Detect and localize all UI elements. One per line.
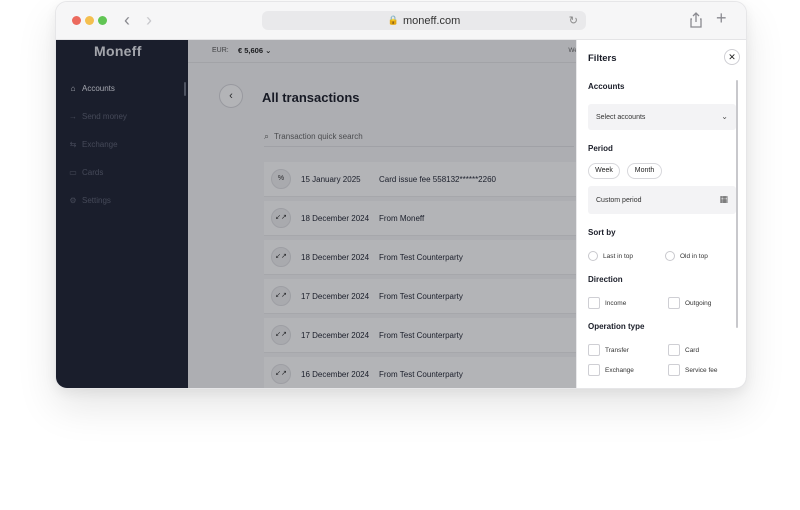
close-window-button[interactable] (72, 16, 81, 25)
checkbox-label: Exchange (605, 366, 634, 374)
period-chip-month[interactable]: Month (627, 163, 662, 179)
minimize-window-button[interactable] (85, 16, 94, 25)
checkbox-label: Service fee (685, 366, 718, 374)
sort-heading: Sort by (588, 228, 616, 237)
operation-heading: Operation type (588, 322, 645, 331)
checkbox-label: Card (685, 346, 700, 354)
accounts-select[interactable]: Select accounts ⌄ (588, 104, 736, 130)
checkbox[interactable] (668, 344, 680, 356)
sort-radio-last-in-top[interactable]: Last in top (588, 251, 633, 261)
checkbox[interactable] (588, 344, 600, 356)
calendar-icon: ▦ (719, 194, 728, 204)
checkbox[interactable] (588, 297, 600, 309)
maximize-window-button[interactable] (98, 16, 107, 25)
direction-heading: Direction (588, 275, 623, 284)
lock-icon: 🔒 (387, 15, 399, 25)
reload-icon[interactable]: ↻ (569, 14, 578, 27)
operation-checkbox-service-fee[interactable]: Service fee (668, 364, 718, 376)
filters-scrollbar[interactable] (736, 80, 738, 328)
checkbox[interactable] (668, 297, 680, 309)
accounts-select-placeholder: Select accounts (596, 113, 646, 121)
checkbox[interactable] (668, 364, 680, 376)
sort-radio-old-in-top[interactable]: Old in top (665, 251, 708, 261)
new-tab-icon[interactable]: + (716, 8, 727, 29)
accounts-heading: Accounts (588, 82, 625, 91)
operation-checkbox-exchange[interactable]: Exchange (588, 364, 634, 376)
period-heading: Period (588, 144, 613, 153)
radio-circle[interactable] (665, 251, 675, 261)
url-text: moneff.com (402, 14, 461, 27)
period-chip-week[interactable]: Week (588, 163, 620, 179)
custom-period-field[interactable]: Custom period ▦ (588, 186, 736, 214)
operation-checkbox-card[interactable]: Card (668, 344, 699, 356)
share-icon[interactable] (689, 12, 703, 28)
browser-window: ‹ › 🔒 moneff.com ↻ + Moneff ⌂ Accounts →… (55, 1, 747, 389)
back-arrow-icon[interactable]: ‹ (124, 10, 130, 30)
chevron-down-icon: ⌄ (721, 112, 728, 121)
direction-checkbox-outgoing[interactable]: Outgoing (668, 297, 711, 309)
operation-checkbox-transfer[interactable]: Transfer (588, 344, 629, 356)
checkbox-label: Transfer (605, 346, 629, 354)
filters-panel: Filters ✕ Accounts Select accounts ⌄ Per… (576, 40, 746, 388)
browser-titlebar: ‹ › 🔒 moneff.com ↻ + (56, 2, 746, 40)
filters-title: Filters (588, 53, 617, 64)
radio-circle[interactable] (588, 251, 598, 261)
forward-arrow-icon[interactable]: › (146, 10, 152, 30)
direction-checkbox-income[interactable]: Income (588, 297, 626, 309)
radio-label: Last in top (603, 252, 633, 260)
checkbox-label: Income (605, 299, 627, 307)
checkbox-label: Outgoing (685, 299, 712, 307)
checkbox[interactable] (588, 364, 600, 376)
address-bar[interactable]: 🔒 moneff.com ↻ (262, 11, 586, 30)
radio-label: Old in top (680, 252, 708, 260)
custom-period-label: Custom period (596, 196, 642, 204)
close-icon[interactable]: ✕ (724, 49, 740, 65)
